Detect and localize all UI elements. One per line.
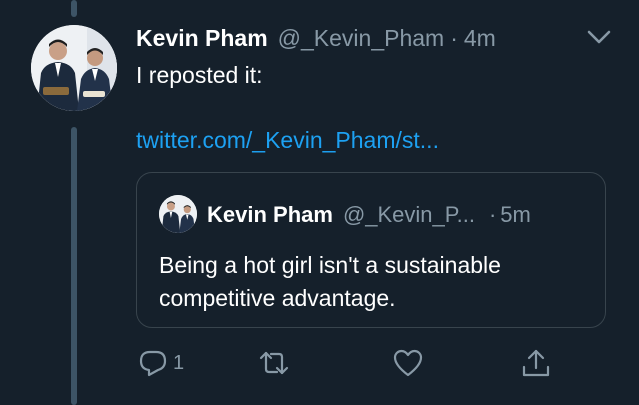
tweet-actions-bar: 1	[0, 340, 639, 384]
chevron-down-icon	[587, 30, 611, 44]
reply-icon	[139, 350, 167, 377]
heart-icon	[393, 349, 423, 377]
avatar-photo	[31, 25, 117, 111]
quote-author-name[interactable]: Kevin Pham	[207, 202, 333, 228]
author-name[interactable]: Kevin Pham	[136, 25, 268, 52]
tweet-timestamp[interactable]: 4m	[464, 25, 496, 52]
quote-text: Being a hot girl isn't a sustainable com…	[159, 252, 501, 311]
quoted-tweet-card[interactable]: Kevin Pham @_Kevin_P... · 5m Being a hot…	[136, 172, 606, 328]
author-handle[interactable]: @_Kevin_Pham	[278, 25, 445, 52]
quote-author-handle[interactable]: @_Kevin_P...	[343, 202, 475, 228]
tweet-menu-button[interactable]	[585, 27, 613, 47]
share-button[interactable]	[520, 346, 552, 380]
quote-timestamp[interactable]: 5m	[500, 202, 531, 228]
retweet-icon	[259, 351, 289, 375]
like-button[interactable]	[392, 346, 424, 380]
tweet-link[interactable]: twitter.com/_Kevin_Pham/st...	[136, 124, 439, 156]
tweet-text: I reposted it:	[136, 62, 263, 88]
quote-avatar-photo	[159, 195, 197, 233]
reply-button[interactable]: 1	[137, 346, 184, 380]
quote-avatar[interactable]	[159, 195, 197, 233]
retweet-button[interactable]	[258, 346, 290, 380]
thread-line-top	[71, 0, 77, 17]
quote-header: Kevin Pham @_Kevin_P... · 5m	[207, 199, 531, 231]
tweet-header: Kevin Pham @_Kevin_Pham · 4m	[136, 21, 496, 55]
share-icon	[522, 349, 550, 377]
reply-count: 1	[173, 351, 185, 374]
separator-dot: ·	[450, 24, 458, 51]
quote-separator-dot: ·	[488, 202, 497, 227]
avatar[interactable]	[31, 25, 117, 111]
